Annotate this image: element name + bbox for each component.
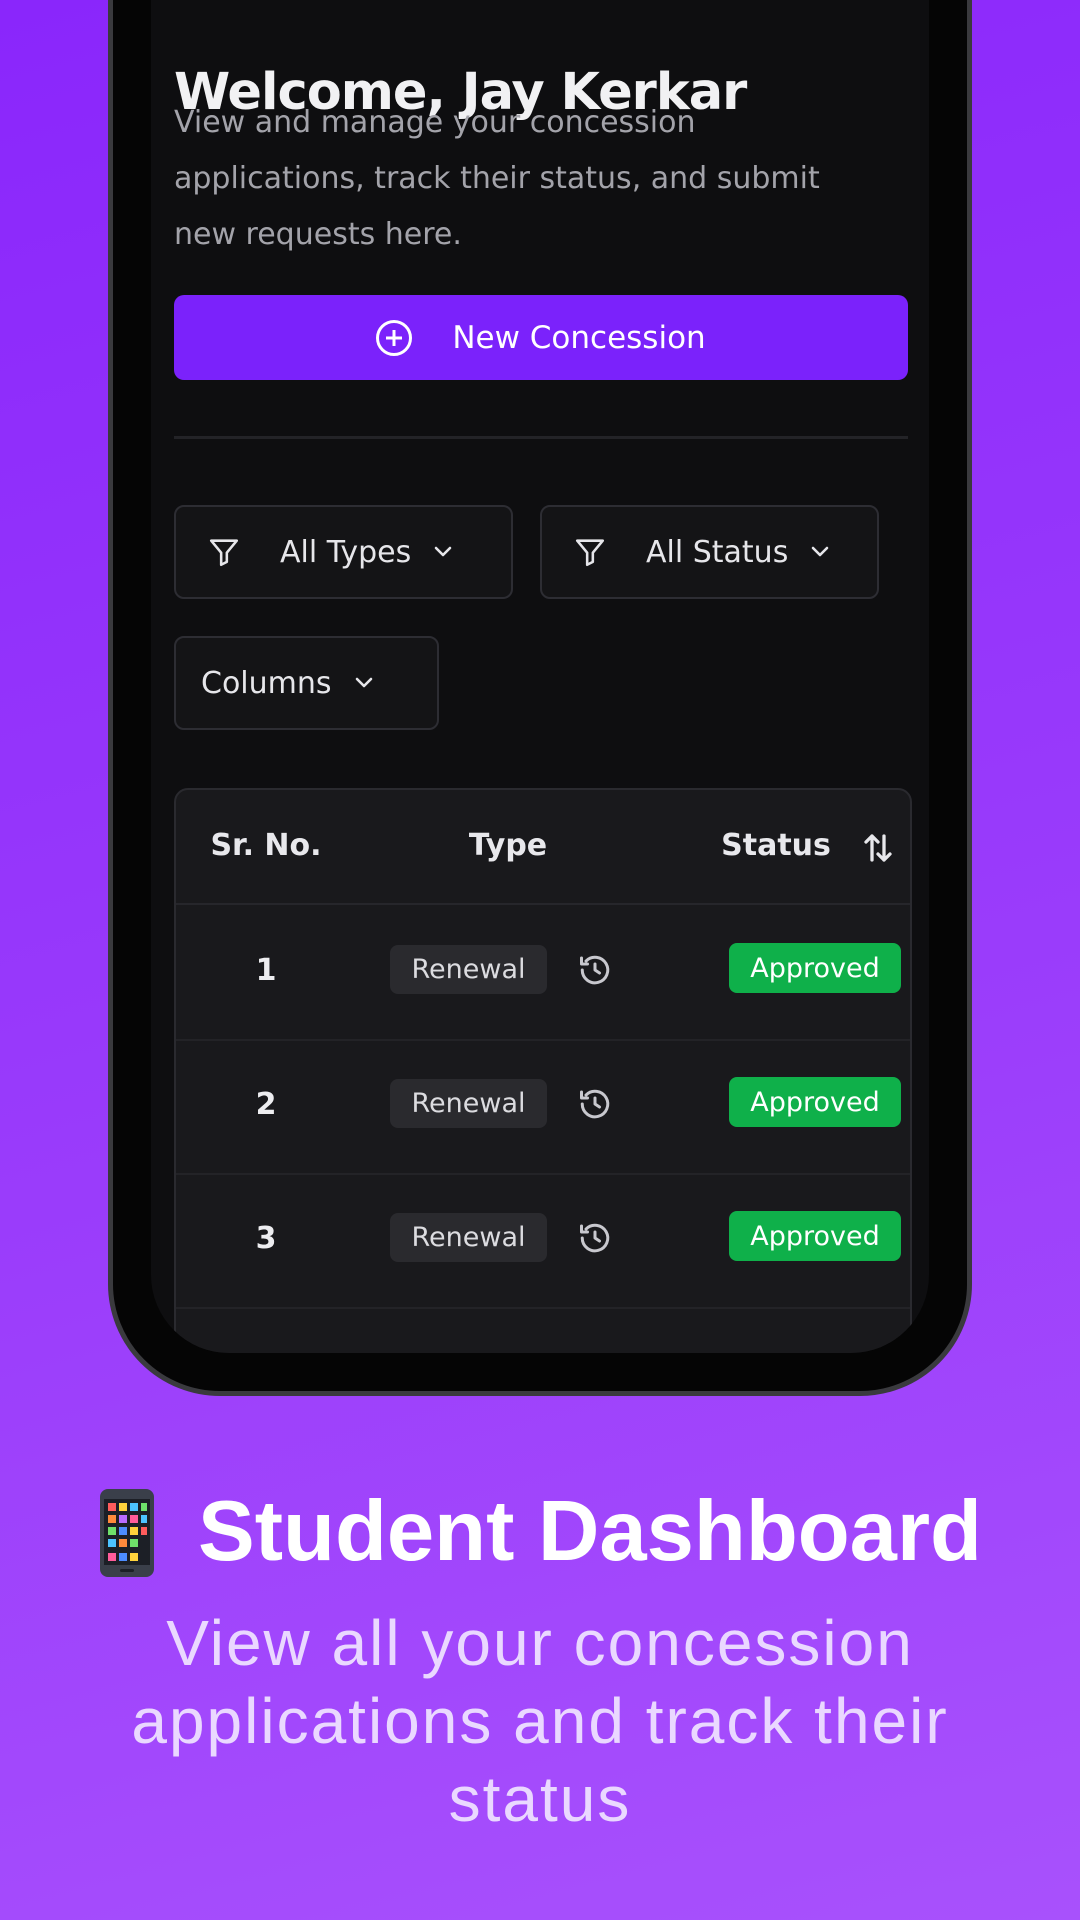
columns-label: Columns [201, 665, 332, 701]
status-badge: Approved [729, 1211, 901, 1261]
history-icon[interactable] [577, 1220, 613, 1256]
caption-title-text: Student Dashboard [198, 1484, 982, 1579]
welcome-description: View and manage your concession applicat… [174, 105, 820, 252]
table-row[interactable]: 3 Renewal Approved [176, 1173, 910, 1309]
table-row[interactable]: 2 Renewal Approved [176, 1039, 910, 1175]
table-header: Sr. No. Type Status [176, 790, 910, 905]
new-concession-label: New Concession [452, 319, 706, 356]
chevron-down-icon [812, 546, 829, 557]
type-badge: Renewal [390, 1079, 547, 1128]
caption-title: Student Dashboard [0, 1480, 1080, 1584]
caption-subtitle: View all your concession applications an… [131, 1607, 949, 1835]
type-badge: Renewal [390, 945, 547, 994]
columns-dropdown[interactable]: Columns [174, 636, 439, 730]
row-sr-no: 2 [255, 1087, 277, 1122]
history-icon[interactable] [577, 952, 613, 988]
phone-mockup: Welcome, Jay Kerkar View and manage your… [108, 0, 972, 1396]
row-sr-no: 3 [255, 1221, 277, 1256]
filter-icon [575, 539, 605, 567]
type-filter-label: All Types [280, 534, 412, 570]
sort-icon[interactable] [860, 830, 896, 866]
chevron-down-icon [434, 546, 452, 557]
header-sr-no: Sr. No. [210, 828, 322, 863]
status-badge: Approved [729, 943, 901, 993]
type-filter-dropdown[interactable]: All Types [174, 505, 513, 599]
new-concession-button[interactable]: New Concession [174, 295, 908, 380]
filter-icon [209, 539, 239, 567]
status-filter-dropdown[interactable]: All Status [540, 505, 879, 599]
chevron-down-icon [355, 677, 372, 688]
divider [174, 436, 908, 439]
app-screen: Welcome, Jay Kerkar View and manage your… [151, 0, 929, 1353]
mobile-phone-icon [100, 1488, 155, 1577]
row-sr-no: 1 [255, 953, 277, 988]
table-row[interactable]: 1 Renewal Approved [176, 905, 910, 1041]
concessions-table: Sr. No. Type Status 1 Renewal Approved 2… [174, 788, 912, 1353]
status-badge: Approved [729, 1077, 901, 1127]
header-type: Type [468, 828, 548, 863]
plus-circle-icon [376, 319, 413, 356]
history-icon[interactable] [577, 1086, 613, 1122]
header-status[interactable]: Status [721, 828, 831, 863]
status-filter-label: All Status [646, 534, 789, 570]
type-badge: Renewal [390, 1213, 547, 1262]
